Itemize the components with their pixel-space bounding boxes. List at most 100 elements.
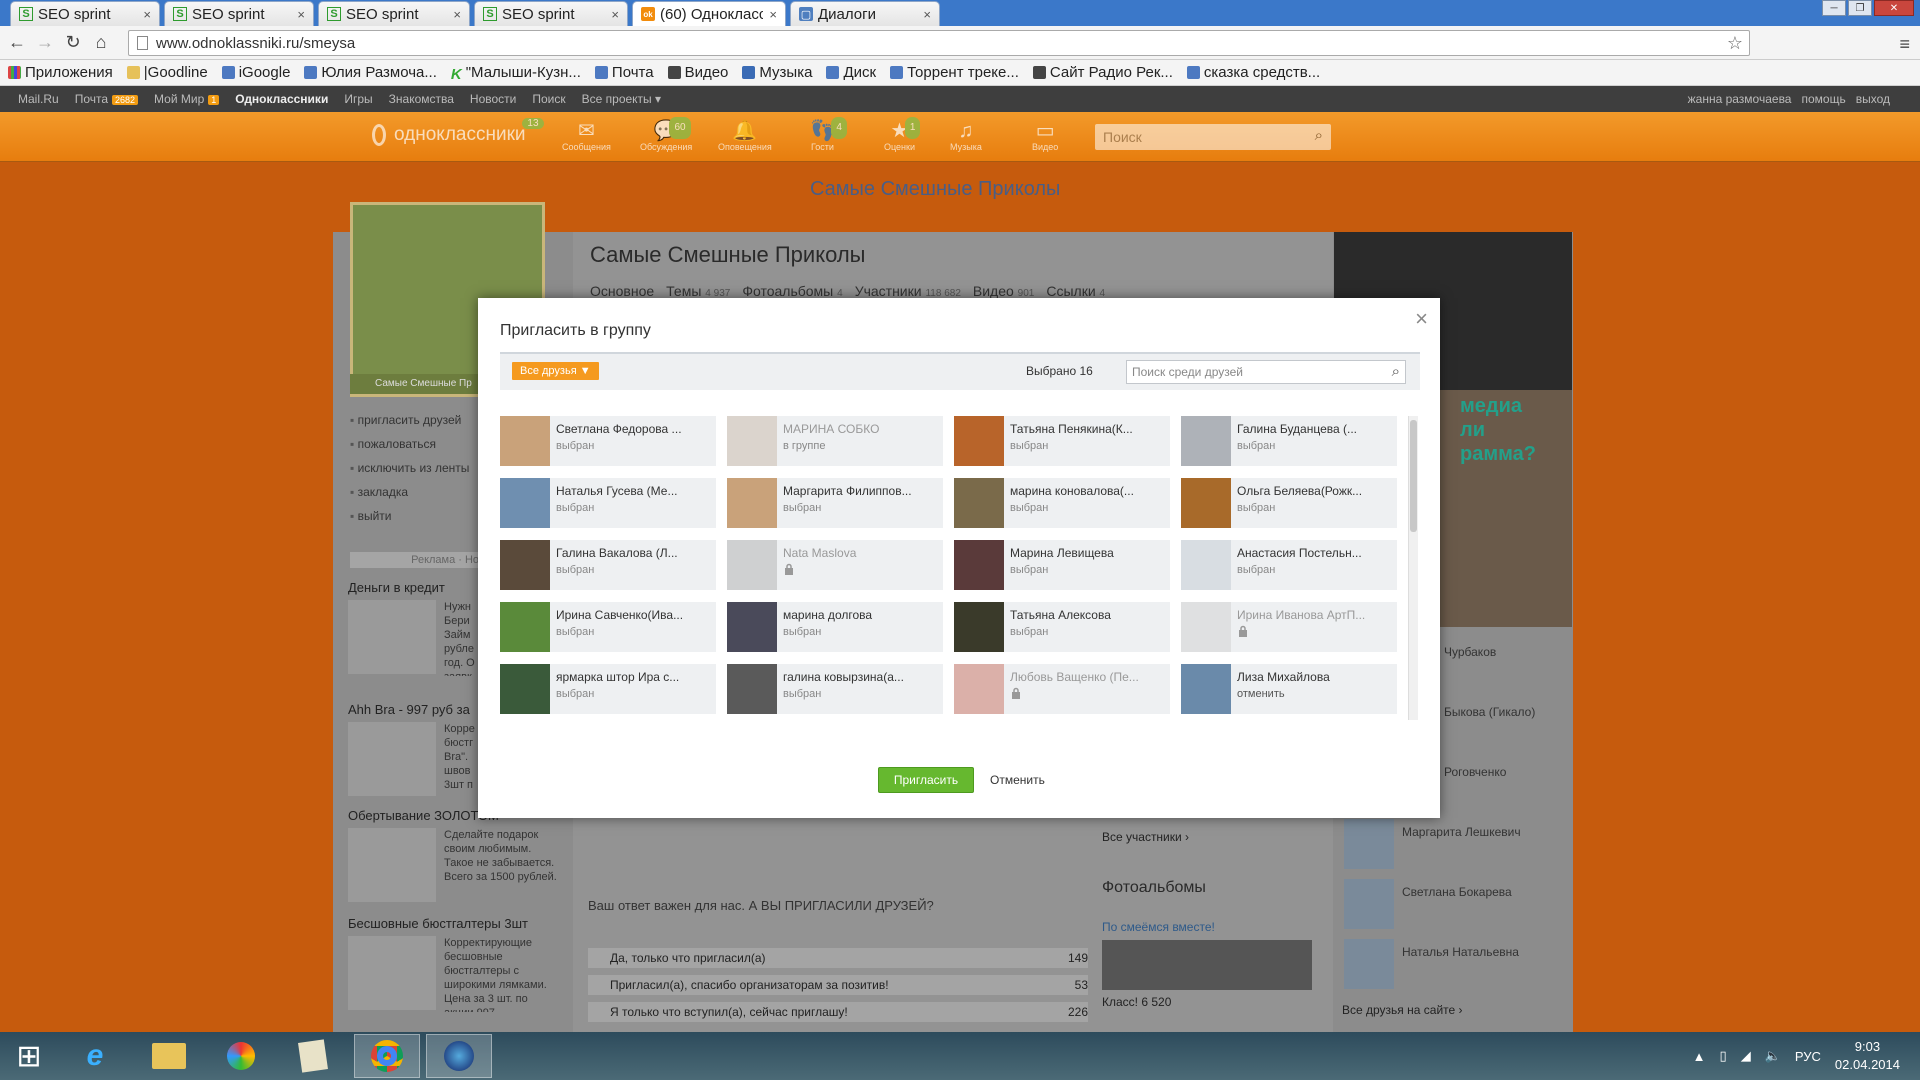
battery-icon[interactable]: ▯ (1720, 1048, 1727, 1064)
friend-card[interactable]: Наталья Гусева (Ме... выбран (500, 478, 716, 528)
language-indicator[interactable]: РУС (1795, 1049, 1821, 1064)
clock[interactable]: 9:03 02.04.2014 (1835, 1038, 1900, 1074)
ok-nav-messages[interactable]: ✉ Сообщения (562, 120, 611, 152)
group-tab[interactable]: Основное (590, 283, 654, 299)
friend-card[interactable]: Марина Левищева выбран (954, 540, 1170, 590)
friend-card[interactable]: Ольга Беляева(Рожк... выбран (1181, 478, 1397, 528)
group-tab[interactable]: Ссылки 4 (1046, 283, 1105, 299)
scrollbar-thumb[interactable] (1410, 420, 1417, 532)
tab-close-icon[interactable]: × (769, 7, 777, 22)
friend-card[interactable]: галина ковырзина(а... выбран (727, 664, 943, 714)
browser-tab[interactable]: S SEO sprint × (318, 1, 470, 26)
bookmark-item[interactable]: K "Малыши-Кузн... (451, 64, 581, 83)
group-tab[interactable]: Участники 118 682 (855, 283, 961, 299)
browser-tab[interactable]: S SEO sprint × (10, 1, 160, 26)
right-friend-avatar[interactable] (1344, 939, 1394, 989)
ok-search-input[interactable]: Поиск ⌕ (1095, 124, 1331, 150)
friend-card[interactable]: Светлана Федорова ... выбран (500, 416, 716, 466)
ad-image[interactable] (348, 828, 436, 902)
start-button-icon[interactable]: ⊞ (0, 1034, 58, 1078)
bookmark-item[interactable]: Видео (667, 64, 728, 81)
friend-card[interactable]: Галина Вакалова (Л... выбран (500, 540, 716, 590)
chrome-menu-icon[interactable]: ≡ (1899, 34, 1910, 55)
search-icon[interactable]: ⌕ (1315, 127, 1323, 144)
poll-option[interactable]: Я только что вступил(а), сейчас приглашу… (588, 1002, 1088, 1022)
mailru-link[interactable]: Mail.Ru (18, 92, 59, 106)
tab-close-icon[interactable]: × (453, 7, 461, 22)
right-friend-name[interactable]: Быкова (Гикало) (1444, 705, 1535, 719)
browser-tab[interactable]: S SEO sprint × (474, 1, 628, 26)
poll-option[interactable]: Да, только что пригласил(а) 149 (588, 948, 1088, 968)
bookmark-item[interactable]: сказка средств... (1186, 64, 1320, 81)
user-name-link[interactable]: жанна размочаева (1688, 92, 1792, 106)
friend-card[interactable]: марина долгова выбран (727, 602, 943, 652)
bookmark-item[interactable]: iGoogle (221, 64, 290, 81)
bookmark-item[interactable]: Приложения (8, 64, 113, 81)
ok-nav-music[interactable]: ♫ Музыка (950, 120, 982, 152)
chrome-icon[interactable] (354, 1034, 420, 1078)
notepad-icon[interactable] (280, 1034, 346, 1078)
friend-card[interactable]: Галина Буданцева (... выбран (1181, 416, 1397, 466)
right-friend-name[interactable]: Наталья Натальевна (1402, 945, 1519, 959)
help-link[interactable]: помощь (1801, 92, 1845, 106)
ad-image[interactable] (348, 936, 436, 1010)
friend-card[interactable]: марина коновалова(... выбран (954, 478, 1170, 528)
side-link[interactable]: закладка (350, 480, 469, 504)
bookmark-item[interactable]: Почта (594, 64, 654, 81)
side-link[interactable]: выйти (350, 504, 469, 528)
friend-card[interactable]: Татьяна Пенякина(К... выбран (954, 416, 1170, 466)
search-icon[interactable]: ⌕ (1392, 363, 1400, 380)
close-icon[interactable]: × (1415, 306, 1428, 332)
undo-selection-link[interactable]: отменить (1237, 688, 1285, 700)
minimize-icon[interactable]: ─ (1822, 0, 1846, 16)
forward-icon[interactable]: → (34, 32, 56, 53)
album-name-link[interactable]: По смеёмся вместе! (1102, 920, 1215, 934)
group-tab[interactable]: Фотоальбомы 4 (742, 283, 842, 299)
browser-tab[interactable]: ▢ Диалоги × (790, 1, 940, 26)
restore-icon[interactable]: ❐ (1848, 0, 1872, 16)
bookmark-item[interactable]: Торрент треке... (890, 64, 1019, 81)
friend-card[interactable]: Ирина Савченко(Ива... выбран (500, 602, 716, 652)
internet-explorer-icon[interactable]: e (62, 1034, 128, 1078)
ok-logo[interactable]: одноклассники 13 (372, 118, 544, 146)
odnoklassniki-link[interactable]: Одноклассники (235, 92, 328, 106)
network-icon[interactable]: ◢ (1741, 1048, 1751, 1064)
tab-close-icon[interactable]: × (143, 7, 151, 22)
bookmark-item[interactable]: Диск (826, 64, 876, 81)
games-link[interactable]: Игры (344, 92, 372, 106)
right-friend-name[interactable]: Роговченко (1444, 765, 1506, 779)
volume-icon[interactable]: 🔈 (1765, 1048, 1781, 1064)
friends-scrollbar[interactable] (1408, 416, 1418, 720)
home-icon[interactable]: ⌂ (90, 32, 112, 53)
ok-nav-guests[interactable]: 👣 4 Гости (810, 117, 847, 152)
cancel-button[interactable]: Отменить (990, 773, 1045, 787)
ad-title[interactable]: Бесшовные бюстгалтеры 3шт (348, 916, 528, 931)
back-icon[interactable]: ← (6, 32, 28, 53)
right-friend-name[interactable]: Чурбаков (1444, 645, 1496, 659)
friend-card[interactable]: Лиза Михайлова отменить (1181, 664, 1397, 714)
poll-option[interactable]: Пригласил(а), спасибо организаторам за п… (588, 975, 1088, 995)
mail-link[interactable]: Почта 2682 (75, 92, 139, 106)
bookmark-item[interactable]: Юлия Размоча... (304, 64, 437, 81)
bookmark-star-icon[interactable]: ☆ (1727, 33, 1743, 54)
bookmark-item[interactable]: |Goodline (126, 64, 208, 81)
ok-nav-discussions[interactable]: 💬 60 Обсуждения (640, 117, 692, 152)
friend-card[interactable]: Маргарита Филиппов... выбран (727, 478, 943, 528)
tab-close-icon[interactable]: × (297, 7, 305, 22)
right-friend-name[interactable]: Маргарита Лешкевич (1402, 825, 1521, 839)
reload-icon[interactable]: ↻ (62, 32, 84, 53)
right-friend-name[interactable]: Светлана Бокарева (1402, 885, 1512, 899)
picasa-icon[interactable] (208, 1034, 274, 1078)
dating-link[interactable]: Знакомства (389, 92, 454, 106)
browser-tab[interactable]: ok (60) Одноклассники × (632, 1, 786, 26)
ok-nav-video[interactable]: ▭ Видео (1032, 120, 1058, 152)
all-projects-link[interactable]: Все проекты ▾ (582, 92, 661, 106)
friend-card[interactable]: ярмарка штор Ира с... выбран (500, 664, 716, 714)
ad-image[interactable] (348, 600, 436, 674)
search-link[interactable]: Поиск (532, 92, 565, 106)
show-hidden-icons-icon[interactable]: ▲ (1693, 1049, 1706, 1064)
address-bar[interactable]: www.odnoklassniki.ru/smeysa ☆ (128, 30, 1750, 56)
friend-search-input[interactable]: Поиск среди друзей ⌕ (1126, 360, 1406, 384)
group-tab[interactable]: Видео 901 (973, 283, 1034, 299)
browser-tab[interactable]: S SEO sprint × (164, 1, 314, 26)
